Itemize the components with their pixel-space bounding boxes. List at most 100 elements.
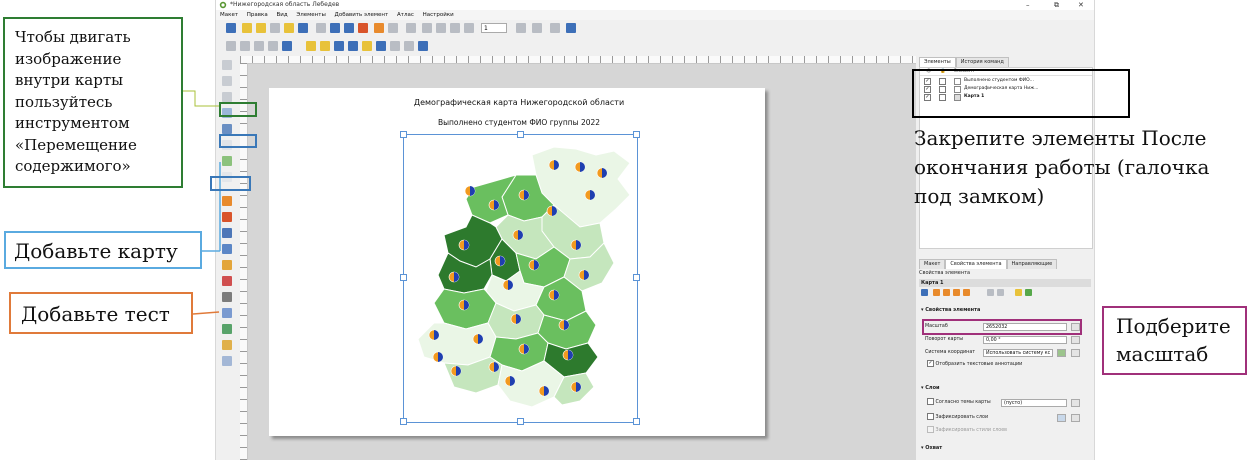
add-scalebar-icon[interactable]: [222, 228, 232, 238]
map-item[interactable]: [403, 134, 638, 423]
last-feature-icon[interactable]: [464, 23, 474, 33]
refresh-item-icon[interactable]: [921, 289, 928, 296]
lower-items-icon[interactable]: [320, 41, 330, 51]
atlas-preview-icon[interactable]: [406, 23, 416, 33]
save-template-icon[interactable]: [298, 23, 308, 33]
annotations-checkbox[interactable]: ✓: [927, 360, 934, 367]
export-pdf-icon[interactable]: [358, 23, 368, 33]
atlas-page-field[interactable]: 1: [481, 23, 507, 33]
resize-handle[interactable]: [633, 131, 640, 138]
export-image-icon[interactable]: [330, 23, 340, 33]
set-extent-icon[interactable]: [933, 289, 940, 296]
zoom-full-icon[interactable]: [268, 41, 278, 51]
menu-atlas[interactable]: Атлас: [397, 10, 414, 20]
maximize-button[interactable]: ⧉: [1054, 0, 1059, 10]
first-feature-icon[interactable]: [422, 23, 432, 33]
bookmark-icon[interactable]: [963, 289, 970, 296]
pan-icon[interactable]: [222, 60, 232, 70]
layout-page[interactable]: Демографическая карта Нижегородской обла…: [269, 88, 765, 436]
add-shape-icon[interactable]: [222, 260, 232, 270]
add-3d-map-icon[interactable]: [222, 156, 232, 166]
close-button[interactable]: ✕: [1078, 0, 1084, 10]
resize-handle[interactable]: [633, 274, 640, 281]
rotation-input[interactable]: 0,00 °: [983, 336, 1067, 344]
zoom-out-icon[interactable]: [240, 41, 250, 51]
duplicate-layout-icon[interactable]: [256, 23, 266, 33]
refresh-icon[interactable]: [282, 41, 292, 51]
zoom-tool-icon[interactable]: [222, 76, 232, 86]
menu-add-item[interactable]: Добавить элемент: [335, 10, 389, 20]
minimize-button[interactable]: –: [1026, 0, 1030, 10]
annotations-row[interactable]: ✓ Отобразить текстовые аннотации: [927, 360, 1022, 369]
crs-select[interactable]: Использовать систему кс: [983, 349, 1053, 357]
lock-layers-row[interactable]: Зафиксировать слои: [927, 413, 988, 422]
add-attribute-table-icon[interactable]: [222, 340, 232, 350]
theme-override-button[interactable]: [1071, 399, 1080, 407]
view-extent-icon[interactable]: [943, 289, 950, 296]
add-marker-icon[interactable]: [222, 276, 232, 286]
section-extent[interactable]: ▾ Охват: [919, 444, 1091, 452]
clip-icon[interactable]: [1015, 289, 1022, 296]
menu-layout[interactable]: Макет: [220, 10, 238, 20]
add-legend-icon[interactable]: [222, 212, 232, 222]
save-icon[interactable]: [226, 23, 236, 33]
layout-title-label[interactable]: Демографическая карта Нижегородской обла…: [389, 98, 649, 107]
lock-layers-checkbox[interactable]: [927, 413, 934, 420]
layout-manager-icon[interactable]: [270, 23, 280, 33]
section-layers[interactable]: ▾ Слои: [919, 384, 1091, 392]
zoom-in-icon[interactable]: [226, 41, 236, 51]
open-template-icon[interactable]: [284, 23, 294, 33]
add-html-icon[interactable]: [222, 324, 232, 334]
resize-handle[interactable]: [400, 274, 407, 281]
add-arrow-icon[interactable]: [222, 292, 232, 302]
crs-override-button[interactable]: [1071, 349, 1080, 357]
print-icon[interactable]: [316, 23, 326, 33]
section-main-properties[interactable]: ▾ Свойства элемента: [919, 306, 1091, 314]
redo-icon[interactable]: [388, 23, 398, 33]
group-icon[interactable]: [390, 41, 400, 51]
menu-edit[interactable]: Правка: [247, 10, 268, 20]
undo-icon[interactable]: [374, 23, 384, 33]
atlas-print-icon[interactable]: [516, 23, 526, 33]
menu-view[interactable]: Вид: [276, 10, 287, 20]
previous-feature-icon[interactable]: [436, 23, 446, 33]
raise-items-icon[interactable]: [306, 41, 316, 51]
lock-styles-checkbox[interactable]: [927, 426, 934, 433]
layout-subtitle-label[interactable]: Выполнено студентом ФИО группы 2022: [389, 118, 649, 127]
layer-settings-icon[interactable]: [997, 289, 1004, 296]
zoom-100-icon[interactable]: [254, 41, 264, 51]
ungroup-icon[interactable]: [404, 41, 414, 51]
distribute-icon[interactable]: [362, 41, 372, 51]
atlas-export-icon[interactable]: [532, 23, 542, 33]
menu-items[interactable]: Элементы: [296, 10, 325, 20]
menu-settings[interactable]: Настройки: [423, 10, 454, 20]
label-settings-icon[interactable]: [987, 289, 994, 296]
theme-row[interactable]: Согласно темы карты: [927, 398, 991, 407]
theme-select[interactable]: (пусто): [1001, 399, 1067, 407]
lock-items-icon[interactable]: [418, 41, 428, 51]
resize-icon[interactable]: [376, 41, 386, 51]
edit-nodes-icon[interactable]: [222, 124, 232, 134]
add-picture-icon[interactable]: [222, 196, 232, 206]
lock-layers-expression-button[interactable]: [1057, 414, 1066, 422]
atlas-settings-icon[interactable]: [550, 23, 560, 33]
align-left-icon[interactable]: [334, 41, 344, 51]
resize-handle[interactable]: [633, 418, 640, 425]
align-center-icon[interactable]: [348, 41, 358, 51]
resize-handle[interactable]: [517, 418, 524, 425]
resize-handle[interactable]: [400, 418, 407, 425]
resize-handle[interactable]: [517, 131, 524, 138]
center-icon[interactable]: [953, 289, 960, 296]
select-move-icon[interactable]: [222, 92, 232, 102]
export-svg-icon[interactable]: [344, 23, 354, 33]
add-fixed-table-icon[interactable]: [222, 356, 232, 366]
add-north-arrow-icon[interactable]: [222, 244, 232, 254]
theme-checkbox[interactable]: [927, 398, 934, 405]
resize-handle[interactable]: [400, 131, 407, 138]
layout-canvas[interactable]: Демографическая карта Нижегородской обла…: [248, 64, 916, 460]
crs-picker-button[interactable]: [1057, 349, 1066, 357]
new-layout-icon[interactable]: [242, 23, 252, 33]
atlas-zoom-icon[interactable]: [566, 23, 576, 33]
next-feature-icon[interactable]: [450, 23, 460, 33]
lock-layers-override-button[interactable]: [1071, 414, 1080, 422]
